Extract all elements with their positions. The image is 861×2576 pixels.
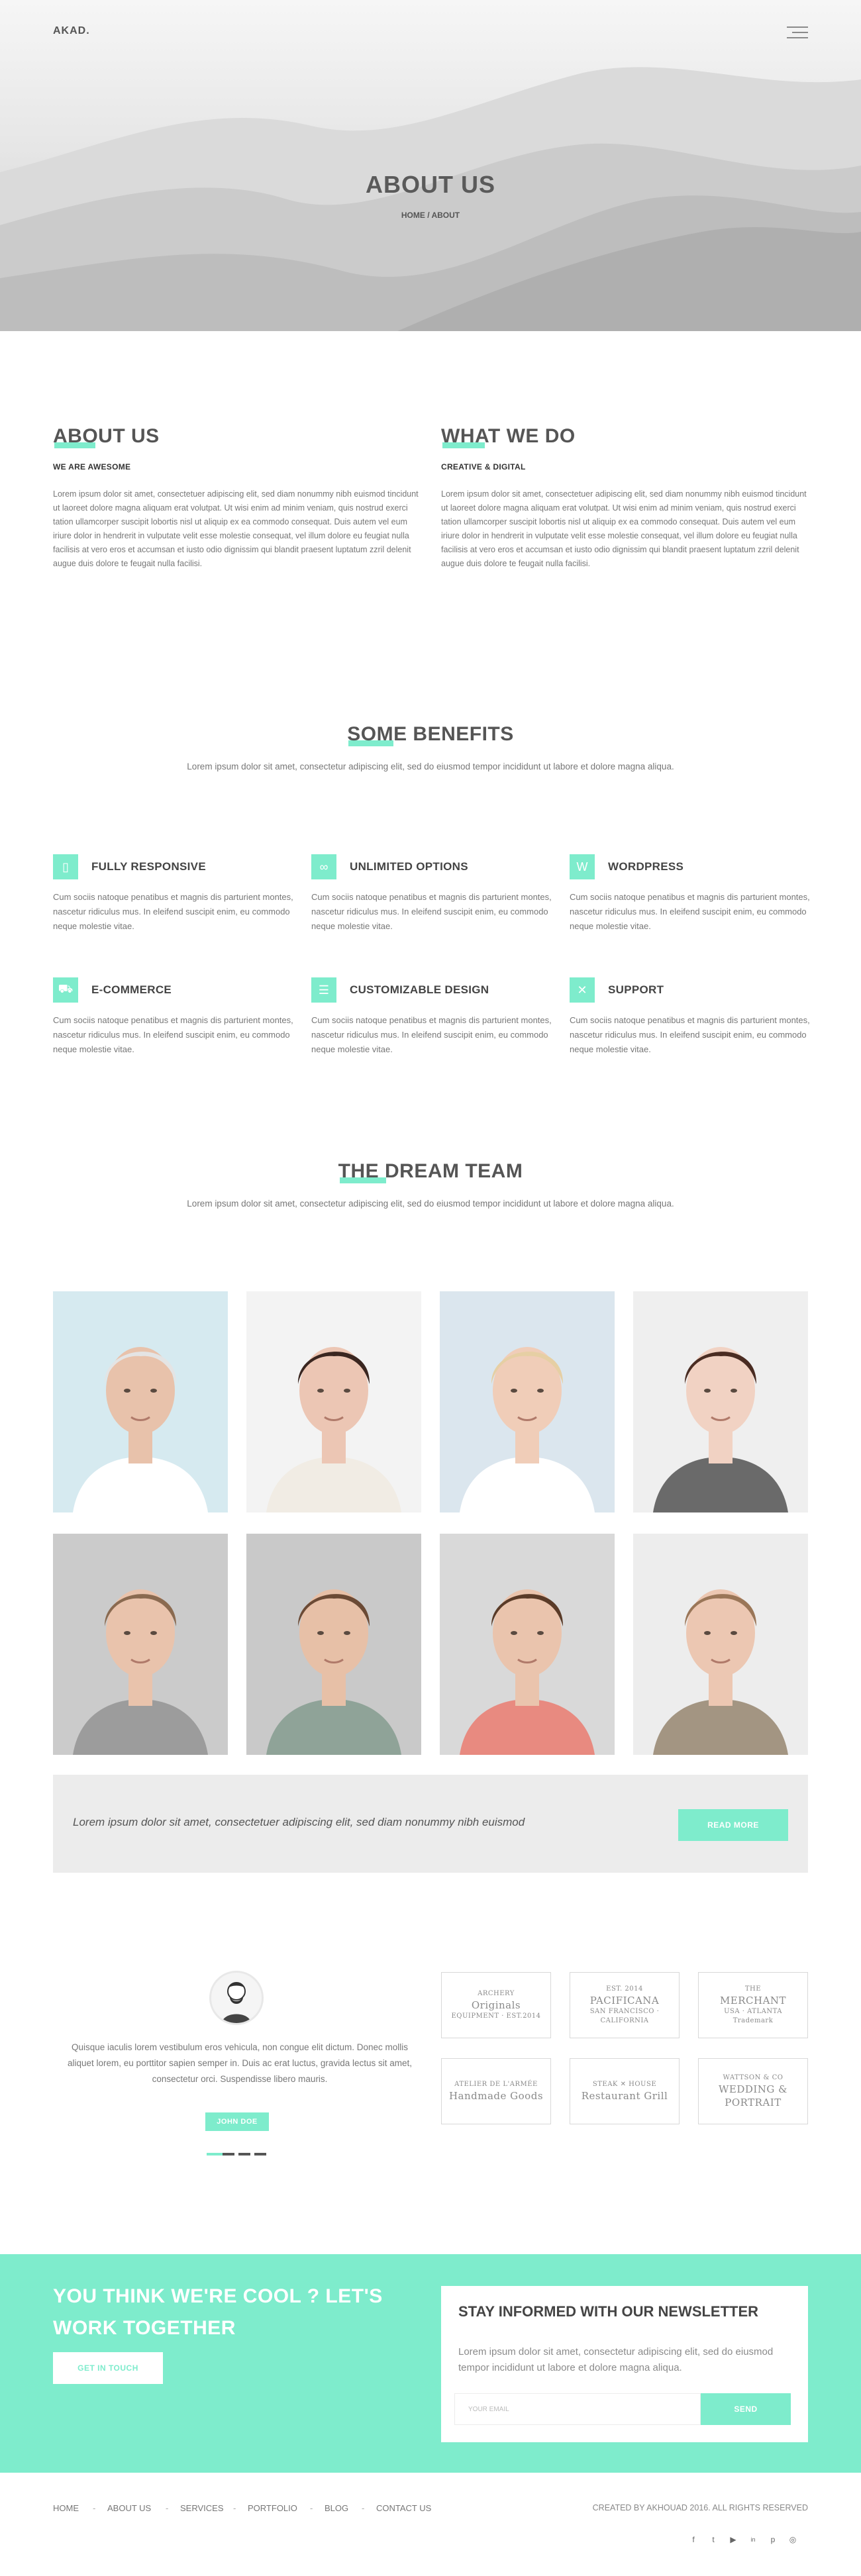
client-logo[interactable]: EST. 2014 PACIFICANA SAN FRANCISCO · CALIF… bbox=[570, 1972, 680, 2038]
newsletter-box: STAY INFORMED WITH OUR NEWSLETTER Lorem … bbox=[441, 2286, 808, 2442]
benefit-title: FULLY RESPONSIVE bbox=[91, 860, 206, 873]
breadcrumb-home-link[interactable]: HOME bbox=[401, 211, 425, 220]
copyright: CREATED BY AKHOUAD 2016. ALL RIGHTS RESE… bbox=[592, 2503, 808, 2512]
tools-icon: ✕ bbox=[570, 977, 595, 1003]
benefit-text: Cum sociis natoque penatibus et magnis d… bbox=[570, 892, 810, 931]
newsletter-title: STAY INFORMED WITH OUR NEWSLETTER bbox=[458, 2303, 759, 2320]
benefit-title: WORDPRESS bbox=[608, 860, 684, 873]
youtube-icon[interactable]: ▶ bbox=[729, 2535, 738, 2544]
shopping-cart-icon: ⛟ bbox=[53, 977, 78, 1003]
instagram-icon[interactable]: ◎ bbox=[788, 2535, 797, 2544]
about-heading: ABOUT US bbox=[53, 425, 160, 448]
benefit-title: E-COMMERCE bbox=[91, 983, 172, 996]
email-field[interactable] bbox=[454, 2393, 701, 2425]
client-logo[interactable]: STEAK ✕ HOUSE Restaurant Grill bbox=[570, 2058, 680, 2124]
quote-bar: Lorem ipsum dolor sit amet, consectetuer… bbox=[53, 1775, 808, 1873]
benefit-text: Cum sociis natoque penatibus et magnis d… bbox=[53, 892, 293, 931]
layout-icon: ☰ bbox=[311, 977, 336, 1003]
client-logo-text: USA · ATLANTA bbox=[724, 2008, 782, 2015]
benefit-title: SUPPORT bbox=[608, 983, 664, 996]
team-intro: Lorem ipsum dolor sit amet, consectetur … bbox=[187, 1199, 674, 1209]
slider-dot[interactable] bbox=[238, 2153, 250, 2155]
client-logo-text: Trademark bbox=[733, 2017, 774, 2024]
team-member-photo[interactable] bbox=[246, 1291, 421, 1512]
benefit-text: Cum sociis natoque penatibus et magnis d… bbox=[311, 1015, 552, 1054]
send-button[interactable]: SEND bbox=[701, 2393, 791, 2425]
benefits-intro: Lorem ipsum dolor sit amet, consectetur … bbox=[187, 762, 674, 771]
benefit-title: CUSTOMIZABLE DESIGN bbox=[350, 983, 489, 996]
benefits-heading: SOME BENEFITS bbox=[347, 723, 514, 746]
hero-banner: AKAD. ABOUT US HOME / ABOUT bbox=[0, 0, 861, 331]
testimonial-text: Quisque iaculis lorem vestibulum eros ve… bbox=[68, 2042, 412, 2084]
client-logo-text: WEDDING & PORTRAIT bbox=[718, 2083, 788, 2108]
client-logo-text: EST. 2014 bbox=[606, 1985, 643, 1993]
client-logo-text: EQUIPMENT · EST.2014 bbox=[451, 2012, 541, 2020]
team-member-photo[interactable] bbox=[53, 1291, 228, 1512]
facebook-icon[interactable]: f bbox=[689, 2535, 698, 2544]
client-logo-text: Originals bbox=[471, 1999, 521, 2011]
team-heading: THE DREAM TEAM bbox=[338, 1160, 523, 1183]
client-logo-text: THE bbox=[744, 1985, 762, 1993]
benefit-text: Cum sociis natoque penatibus et magnis d… bbox=[570, 1015, 810, 1054]
read-more-button[interactable]: READ MORE bbox=[678, 1809, 788, 1841]
benefit-title: UNLIMITED OPTIONS bbox=[350, 860, 468, 873]
client-logo-text: STEAK ✕ HOUSE bbox=[592, 2081, 657, 2088]
mobile-icon: ▯ bbox=[53, 854, 78, 879]
client-logo-text: WATTSON & CO bbox=[723, 2074, 784, 2081]
hamburger-menu-icon[interactable] bbox=[787, 26, 808, 40]
benefit-text: Cum sociis natoque penatibus et magnis d… bbox=[53, 1015, 293, 1054]
breadcrumb: HOME / ABOUT bbox=[0, 211, 861, 220]
team-member-photo[interactable] bbox=[53, 1534, 228, 1755]
slider-dot[interactable] bbox=[254, 2153, 266, 2155]
client-logo-text: ATELIER DE L'ARMÉE bbox=[454, 2081, 538, 2088]
client-logo-text: Restaurant Grill bbox=[581, 2090, 668, 2102]
what-we-do-subtitle: CREATIVE & DIGITAL bbox=[441, 462, 526, 471]
wordpress-icon: W bbox=[570, 854, 595, 879]
client-logo-text: PACIFICANA bbox=[589, 1995, 660, 2006]
slider-dot[interactable] bbox=[223, 2153, 234, 2155]
benefit-text: Cum sociis natoque penatibus et magnis d… bbox=[311, 892, 552, 931]
client-logo[interactable]: WATTSON & CO WEDDING & PORTRAIT bbox=[698, 2058, 808, 2124]
about-subtitle: WE ARE AWESOME bbox=[53, 462, 131, 471]
client-logo-text: ARCHERY bbox=[478, 1990, 515, 1997]
breadcrumb-current: ABOUT bbox=[431, 211, 460, 220]
client-logo-text: SAN FRANCISCO · CALIFORNIA bbox=[589, 2008, 660, 2024]
twitter-icon[interactable]: t bbox=[709, 2535, 718, 2544]
client-logo[interactable]: THE MERCHANT USA · ATLANTA Trademark bbox=[698, 1972, 808, 2038]
client-logo[interactable]: ARCHERY Originals EQUIPMENT · EST.2014 bbox=[441, 1972, 551, 2038]
about-text: Lorem ipsum dolor sit amet, consectetuer… bbox=[53, 489, 419, 568]
infinity-icon: ∞ bbox=[311, 854, 336, 879]
team-member-photo[interactable] bbox=[440, 1291, 615, 1512]
site-logo[interactable]: AKAD. bbox=[53, 25, 90, 37]
team-member-photo[interactable] bbox=[440, 1534, 615, 1755]
page-title: ABOUT US bbox=[366, 171, 495, 198]
linkedin-icon[interactable]: in bbox=[748, 2535, 758, 2544]
client-logo[interactable]: ATELIER DE L'ARMÉE Handmade Goods bbox=[441, 2058, 551, 2124]
mountain-background bbox=[0, 67, 861, 331]
newsletter-text: Lorem ipsum dolor sit amet, consectetur … bbox=[458, 2346, 774, 2373]
team-member-photo[interactable] bbox=[633, 1291, 808, 1512]
what-we-do-heading: WHAT WE DO bbox=[441, 425, 576, 448]
get-in-touch-button[interactable]: GET IN TOUCH bbox=[53, 2352, 163, 2384]
client-logo-text: MERCHANT bbox=[719, 1995, 787, 2006]
breadcrumb-separator: / bbox=[425, 211, 432, 220]
what-we-do-text: Lorem ipsum dolor sit amet, consectetuer… bbox=[441, 489, 807, 568]
team-member-photo[interactable] bbox=[633, 1534, 808, 1755]
client-logo-text: Handmade Goods bbox=[448, 2090, 544, 2102]
quote-text: Lorem ipsum dolor sit amet, consectetuer… bbox=[73, 1816, 525, 1828]
testimonial-author: JOHN DOE bbox=[205, 2112, 269, 2131]
cta-title: YOU THINK WE'RE COOL ? LET'S WORK TOGETH… bbox=[53, 2285, 383, 2339]
team-member-photo[interactable] bbox=[246, 1534, 421, 1755]
pinterest-icon[interactable]: p bbox=[768, 2535, 778, 2544]
avatar-icon bbox=[209, 1971, 264, 2025]
